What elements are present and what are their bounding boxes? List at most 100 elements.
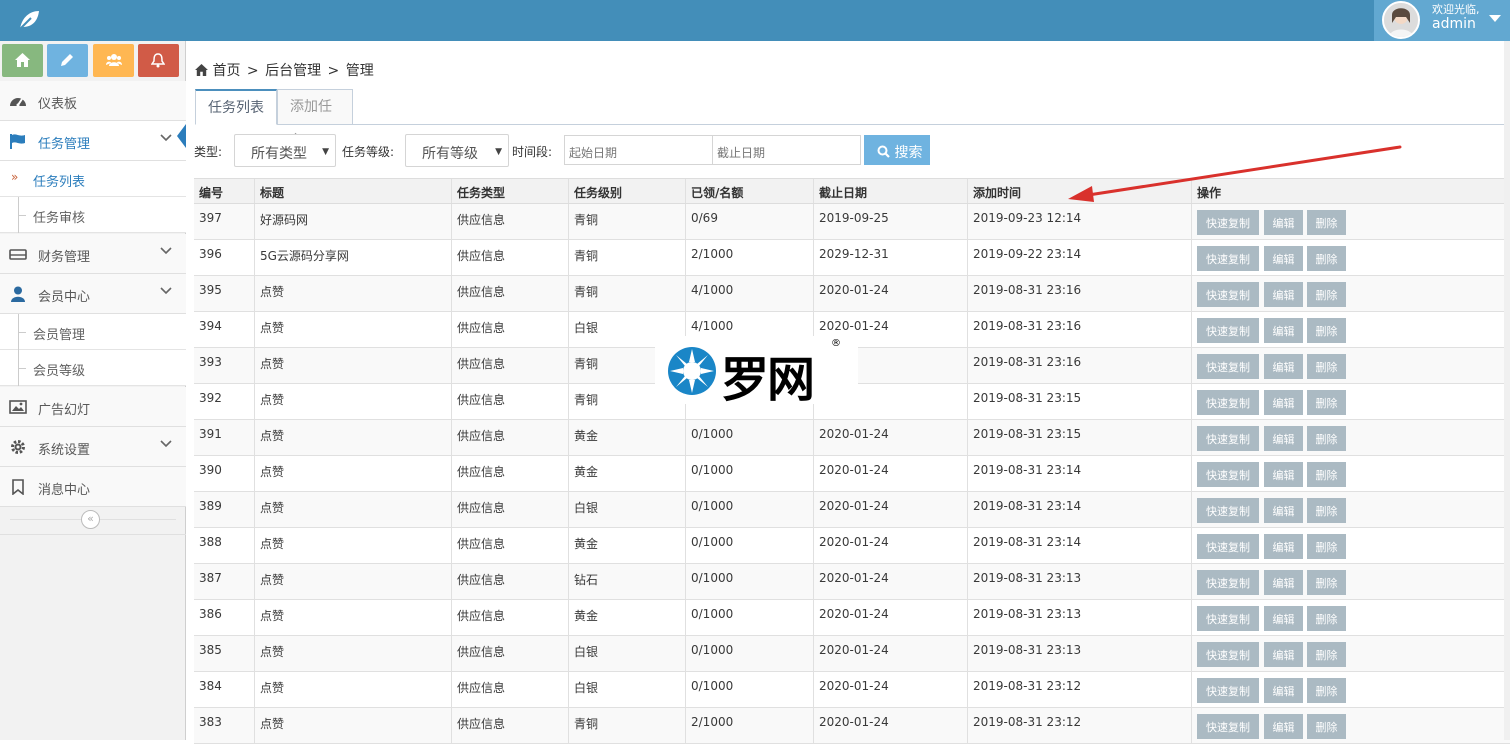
tab-add-task[interactable]: 添加任务 bbox=[277, 89, 353, 149]
table-header-row: 编号 标题 任务类型 任务级别 已领/名额 截止日期 添加时间 操作 bbox=[194, 178, 1510, 204]
edit-button[interactable]: 编辑 bbox=[1264, 534, 1303, 559]
bell-shortcut-button[interactable] bbox=[138, 44, 179, 77]
edit-button[interactable]: 编辑 bbox=[1264, 426, 1303, 451]
edit-button[interactable]: 编辑 bbox=[1264, 246, 1303, 271]
delete-button[interactable]: 删除 bbox=[1307, 606, 1346, 631]
copy-button[interactable]: 快速复制 bbox=[1197, 462, 1259, 487]
edit-button[interactable]: 编辑 bbox=[1264, 570, 1303, 595]
copy-button[interactable]: 快速复制 bbox=[1197, 714, 1259, 739]
sidebar-item-messages[interactable]: 消息中心 bbox=[0, 467, 186, 507]
level-select[interactable]: 所有等级 ▼ bbox=[405, 134, 509, 167]
breadcrumb-home[interactable]: 首页 bbox=[212, 63, 240, 79]
edit-button[interactable]: 编辑 bbox=[1264, 462, 1303, 487]
cell-level: 黄金 bbox=[568, 600, 685, 635]
copy-button[interactable]: 快速复制 bbox=[1197, 210, 1259, 235]
home-icon[interactable] bbox=[195, 64, 208, 76]
copy-button[interactable]: 快速复制 bbox=[1197, 354, 1259, 379]
type-select[interactable]: 所有类型 ▼ bbox=[234, 134, 336, 167]
cell-text: 供应信息 bbox=[457, 717, 506, 731]
cell-text: 0/1000 bbox=[691, 427, 734, 441]
collapse-sidebar-button[interactable]: « bbox=[81, 510, 100, 529]
cell-title: 点赞 bbox=[254, 492, 451, 527]
copy-button[interactable]: 快速复制 bbox=[1197, 642, 1259, 667]
cell-added: 2019-08-31 23:14 bbox=[967, 492, 1191, 527]
cell-text: 0/1000 bbox=[691, 499, 734, 513]
copy-button[interactable]: 快速复制 bbox=[1197, 246, 1259, 271]
sidebar-item-task-mgmt[interactable]: 任务管理 bbox=[0, 121, 186, 161]
copy-button[interactable]: 快速复制 bbox=[1197, 498, 1259, 523]
edit-button[interactable]: 编辑 bbox=[1264, 390, 1303, 415]
cell-text: 2020-01-24 bbox=[819, 571, 889, 585]
cell-text: 4/1000 bbox=[691, 283, 734, 297]
copy-button[interactable]: 快速复制 bbox=[1197, 390, 1259, 415]
delete-button[interactable]: 删除 bbox=[1307, 462, 1346, 487]
edit-button[interactable]: 编辑 bbox=[1264, 714, 1303, 739]
copy-button[interactable]: 快速复制 bbox=[1197, 318, 1259, 343]
avatar[interactable] bbox=[1382, 1, 1420, 39]
sidebar-item-task-list[interactable]: » 任务列表 bbox=[0, 161, 186, 197]
edit-button[interactable]: 编辑 bbox=[1264, 498, 1303, 523]
pencil-shortcut-button[interactable] bbox=[47, 44, 88, 77]
copy-button[interactable]: 快速复制 bbox=[1197, 570, 1259, 595]
cell-text: 供应信息 bbox=[457, 393, 506, 407]
type-label: 类型: bbox=[194, 145, 223, 159]
delete-button[interactable]: 删除 bbox=[1307, 354, 1346, 379]
sidebar-item-member-level[interactable]: 会员等级 bbox=[0, 350, 186, 386]
copy-button[interactable]: 快速复制 bbox=[1197, 606, 1259, 631]
cell-id: 387 bbox=[194, 564, 254, 599]
end-date-input[interactable]: 截止日期 bbox=[712, 135, 861, 165]
cell-text: 391 bbox=[199, 427, 222, 441]
sidebar-item-member-center[interactable]: 会员中心 bbox=[0, 274, 186, 314]
delete-button[interactable]: 删除 bbox=[1307, 498, 1346, 523]
scrollbar[interactable] bbox=[1504, 41, 1510, 740]
copy-button[interactable]: 快速复制 bbox=[1197, 426, 1259, 451]
users-icon bbox=[106, 54, 122, 66]
copy-button[interactable]: 快速复制 bbox=[1197, 678, 1259, 703]
sidebar-item-task-review[interactable]: 任务审核 bbox=[0, 197, 186, 233]
delete-button[interactable]: 删除 bbox=[1307, 318, 1346, 343]
delete-button[interactable]: 删除 bbox=[1307, 570, 1346, 595]
edit-button[interactable]: 编辑 bbox=[1264, 282, 1303, 307]
breadcrumb-backend[interactable]: 后台管理 bbox=[265, 63, 321, 79]
copy-button[interactable]: 快速复制 bbox=[1197, 282, 1259, 307]
home-shortcut-button[interactable] bbox=[2, 44, 43, 77]
cell-actions: 快速复制 编辑 删除 bbox=[1191, 600, 1510, 635]
edit-button[interactable]: 编辑 bbox=[1264, 678, 1303, 703]
delete-button[interactable]: 删除 bbox=[1307, 246, 1346, 271]
cell-added: 2019-08-31 23:13 bbox=[967, 600, 1191, 635]
edit-button[interactable]: 编辑 bbox=[1264, 606, 1303, 631]
edit-button[interactable]: 编辑 bbox=[1264, 354, 1303, 379]
copy-button[interactable]: 快速复制 bbox=[1197, 534, 1259, 559]
header-label: 任务类型 bbox=[457, 186, 506, 200]
search-button[interactable]: 搜索 bbox=[864, 135, 930, 165]
delete-button[interactable]: 删除 bbox=[1307, 642, 1346, 667]
users-shortcut-button[interactable] bbox=[93, 44, 134, 77]
caret-down-icon[interactable] bbox=[1489, 15, 1501, 22]
delete-button[interactable]: 删除 bbox=[1307, 714, 1346, 739]
sidebar-item-finance[interactable]: 财务管理 bbox=[0, 234, 186, 274]
sidebar-item-member-mgmt[interactable]: 会员管理 bbox=[0, 314, 186, 350]
edit-button[interactable]: 编辑 bbox=[1264, 318, 1303, 343]
cell-type: 供应信息 bbox=[451, 672, 568, 707]
cell-added: 2019-08-31 23:16 bbox=[967, 276, 1191, 311]
start-date-input[interactable]: 起始日期 bbox=[564, 135, 713, 165]
user-menu[interactable]: 欢迎光临, admin bbox=[1374, 0, 1510, 41]
sidebar-item-dashboard[interactable]: 仪表板 bbox=[0, 81, 186, 121]
sidebar-item-settings[interactable]: 系统设置 bbox=[0, 427, 186, 467]
delete-button[interactable]: 删除 bbox=[1307, 426, 1346, 451]
sidebar-item-ads[interactable]: 广告幻灯 bbox=[0, 387, 186, 427]
dashboard-icon bbox=[10, 98, 26, 107]
edit-button[interactable]: 编辑 bbox=[1264, 642, 1303, 667]
cell-title: 点赞 bbox=[254, 420, 451, 455]
delete-button[interactable]: 删除 bbox=[1307, 282, 1346, 307]
delete-button[interactable]: 删除 bbox=[1307, 678, 1346, 703]
delete-button[interactable]: 删除 bbox=[1307, 390, 1346, 415]
edit-button[interactable]: 编辑 bbox=[1264, 210, 1303, 235]
tab-task-list[interactable]: 任务列表 bbox=[195, 89, 277, 125]
cell-text: 2019-09-22 23:14 bbox=[973, 247, 1082, 261]
cell-text: 2019-08-31 23:16 bbox=[973, 355, 1082, 369]
delete-button[interactable]: 删除 bbox=[1307, 534, 1346, 559]
cell-text: 2020-01-24 bbox=[819, 607, 889, 621]
delete-button[interactable]: 删除 bbox=[1307, 210, 1346, 235]
leaf-icon[interactable] bbox=[16, 7, 42, 33]
